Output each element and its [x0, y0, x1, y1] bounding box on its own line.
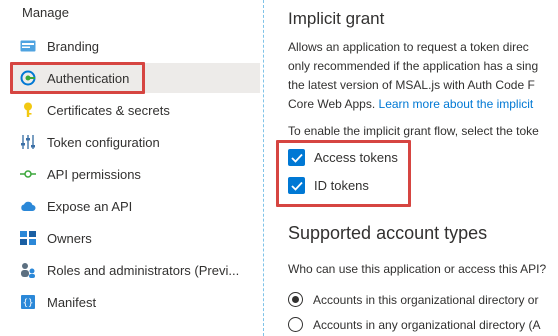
description-line: Core Web Apps.	[288, 97, 376, 111]
branding-icon	[20, 38, 36, 54]
account-type-label: Accounts in any organizational directory…	[313, 317, 541, 332]
sidebar-item-certificates[interactable]: Certificates & secrets	[12, 95, 260, 125]
supported-account-types-heading: Supported account types	[288, 223, 488, 243]
key-icon	[20, 102, 36, 118]
manifest-icon: {}	[20, 294, 36, 310]
token-config-icon	[20, 134, 36, 150]
sidebar: Manage Branding Authentication Certifica…	[0, 0, 262, 336]
description-line: Allows an application to request a token…	[288, 40, 529, 54]
sidebar-item-label: Owners	[47, 230, 92, 246]
svg-text:{}: {}	[23, 299, 34, 309]
sidebar-item-label: Token configuration	[47, 134, 160, 150]
roles-icon	[20, 262, 36, 278]
blade-divider	[263, 0, 264, 336]
sidebar-item-label: Certificates & secrets	[47, 102, 170, 118]
sidebar-item-token-configuration[interactable]: Token configuration	[12, 127, 260, 157]
account-type-label: Accounts in this organizational director…	[313, 292, 539, 307]
account-type-option-multi-tenant[interactable]: Accounts in any organizational directory…	[288, 317, 540, 332]
sidebar-item-label: Branding	[47, 38, 100, 54]
sidebar-item-expose-an-api[interactable]: Expose an API	[12, 191, 260, 221]
token-checkboxes-highlight	[276, 140, 411, 207]
sidebar-item-label: Manifest	[47, 294, 97, 310]
sidebar-item-owners[interactable]: Owners	[12, 223, 260, 253]
implicit-grant-heading: Implicit grant	[288, 9, 385, 28]
sidebar-item-manifest[interactable]: {} Manifest	[12, 287, 260, 317]
description-line: the latest version of MSAL.js with Auth …	[288, 78, 535, 92]
authentication-highlight	[10, 62, 145, 94]
owners-icon	[20, 230, 36, 246]
description-line: only recommended if the application has …	[288, 59, 539, 73]
sidebar-item-label: Expose an API	[47, 198, 133, 214]
api-permissions-icon	[20, 166, 36, 182]
sidebar-item-api-permissions[interactable]: API permissions	[12, 159, 260, 189]
cloud-icon	[20, 198, 36, 214]
section-label-manage: Manage	[22, 5, 69, 20]
enable-implicit-grant-text: To enable the implicit grant flow, selec…	[288, 124, 539, 138]
radio-button[interactable]	[288, 317, 303, 332]
sidebar-item-label: API permissions	[47, 166, 141, 182]
sidebar-item-roles-and-administrators[interactable]: Roles and administrators (Previ...	[12, 255, 260, 285]
account-type-option-single-tenant[interactable]: Accounts in this organizational director…	[288, 292, 538, 307]
account-types-question: Who can use this application or access t…	[288, 262, 547, 276]
learn-more-link[interactable]: Learn more about the implicit	[379, 97, 534, 111]
sidebar-item-label: Roles and administrators (Previ...	[47, 262, 240, 278]
sidebar-item-branding[interactable]: Branding	[12, 31, 260, 61]
implicit-grant-description: Allows an application to request a token…	[288, 38, 558, 114]
radio-button-selected[interactable]	[288, 292, 303, 307]
